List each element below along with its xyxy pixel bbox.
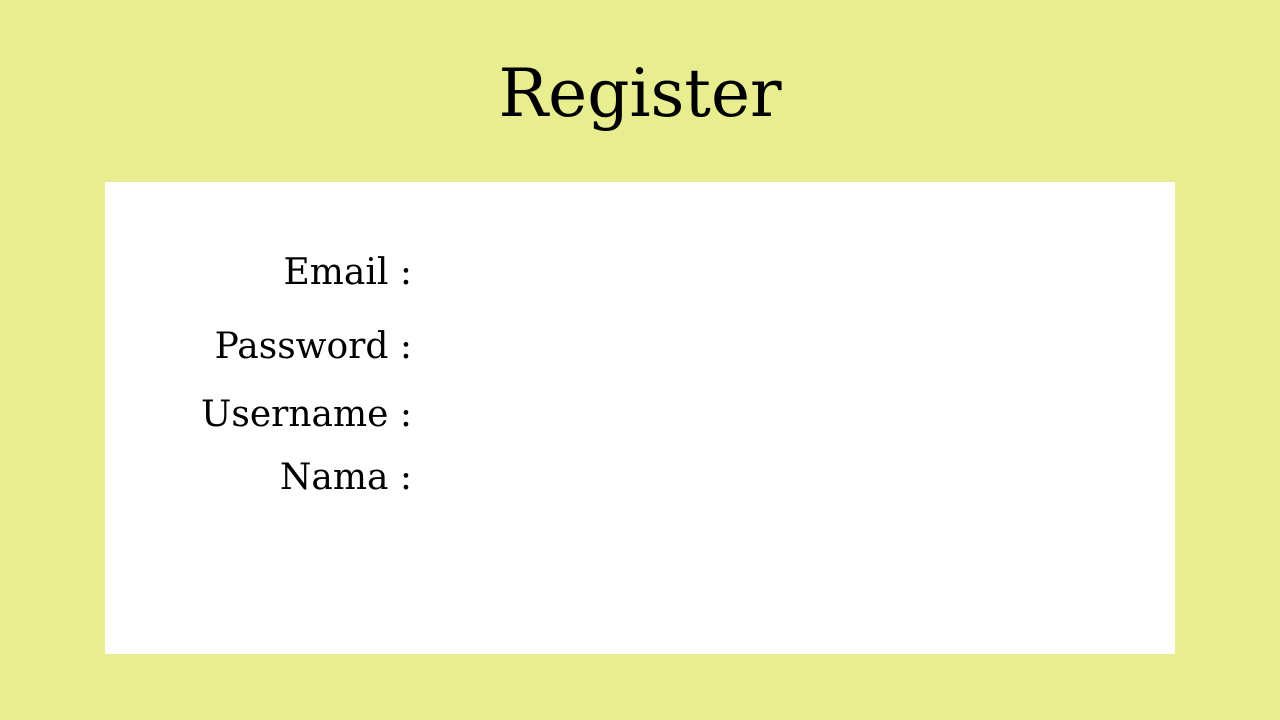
- email-label: Email :: [283, 252, 412, 293]
- email-field[interactable]: [425, 252, 1029, 294]
- password-field[interactable]: [425, 326, 1029, 368]
- password-label: Password :: [214, 326, 412, 367]
- page-title: Register: [498, 55, 782, 132]
- username-label: Username :: [201, 394, 412, 435]
- register-form-card: Email : Password : Username : Nama :: [105, 182, 1175, 654]
- nama-label: Nama :: [279, 457, 412, 498]
- nama-field[interactable]: [425, 457, 1029, 499]
- username-field[interactable]: [425, 394, 1029, 436]
